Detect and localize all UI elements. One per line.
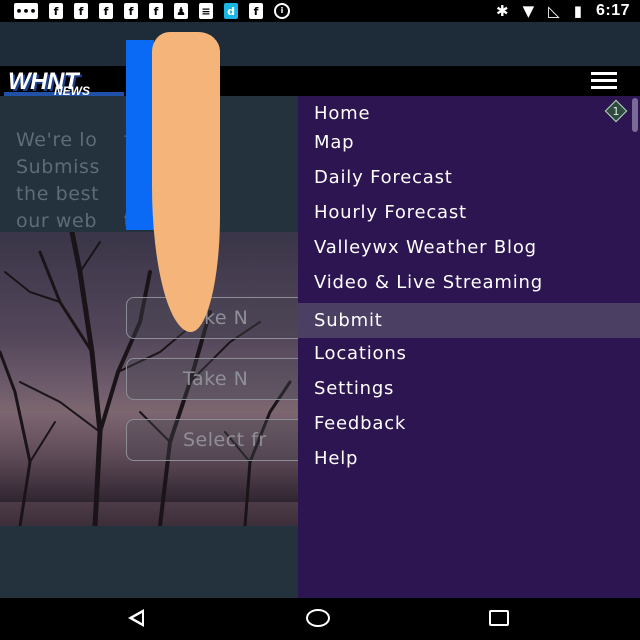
badge-count: 1 — [612, 104, 620, 118]
clock: 6:17 — [595, 2, 630, 19]
system-icons: ✱ ▼ ◺ ▮ 6:17 — [496, 2, 630, 20]
notification-icons: ••• f f f f f ♟ ≡ d f i — [14, 3, 290, 19]
pointing-hand-icon — [152, 32, 220, 332]
drawer-item-submit[interactable]: Submit — [298, 303, 640, 338]
take-video-button[interactable]: Take N — [126, 358, 306, 400]
app-toolbar — [0, 22, 640, 66]
no-signal-icon: ◺ — [548, 2, 560, 20]
drawer-item-video-live[interactable]: Video & Live Streaming — [298, 265, 640, 300]
whnt-logo: WHNT NEWS — [4, 68, 132, 98]
circle-icon: i — [274, 3, 290, 19]
take-photo-button[interactable]: Take N — [126, 297, 306, 339]
drawer-item-map[interactable]: Map — [298, 125, 640, 160]
status-bar: ••• f f f f f ♟ ≡ d f i ✱ ▼ ◺ ▮ 6:17 — [0, 0, 640, 22]
mail-icon: ≡ — [199, 3, 213, 19]
bluetooth-icon: ✱ — [496, 2, 509, 20]
hamburger-menu-icon[interactable] — [588, 70, 622, 92]
wifi-icon: ▼ — [522, 2, 535, 20]
navigation-drawer: Home Map Daily Forecast Hourly Forecast … — [298, 96, 640, 598]
message-icon: ••• — [14, 3, 38, 19]
drawer-item-valleywx-blog[interactable]: Valleywx Weather Blog — [298, 230, 640, 265]
d-app-icon: d — [224, 3, 238, 19]
drawer-item-hourly-forecast[interactable]: Hourly Forecast — [298, 195, 640, 230]
drawer-scrollbar[interactable] — [632, 98, 638, 132]
facebook-icon: f — [99, 3, 113, 19]
back-icon-inner — [133, 613, 142, 623]
select-from-gallery-button[interactable]: Select fr — [126, 419, 306, 461]
facebook-icon: f — [74, 3, 88, 19]
facebook-icon: f — [124, 3, 138, 19]
home-badge: 1 — [604, 99, 628, 123]
facebook-icon: f — [49, 3, 63, 19]
recents-icon[interactable] — [489, 610, 509, 626]
drawer-item-feedback[interactable]: Feedback — [298, 406, 640, 441]
blue-highlight-bar — [126, 40, 154, 230]
drawer-item-help[interactable]: Help — [298, 441, 640, 476]
drawer-item-settings[interactable]: Settings — [298, 371, 640, 406]
drawer-item-daily-forecast[interactable]: Daily Forecast — [298, 160, 640, 195]
facebook-icon: f — [249, 3, 263, 19]
facebook-icon: f — [149, 3, 163, 19]
battery-charging-icon: ▮ — [573, 2, 582, 20]
person-icon: ♟ — [174, 3, 188, 19]
content-footer — [0, 526, 298, 598]
drawer-item-locations[interactable]: Locations — [298, 336, 640, 371]
home-icon[interactable] — [306, 609, 330, 627]
